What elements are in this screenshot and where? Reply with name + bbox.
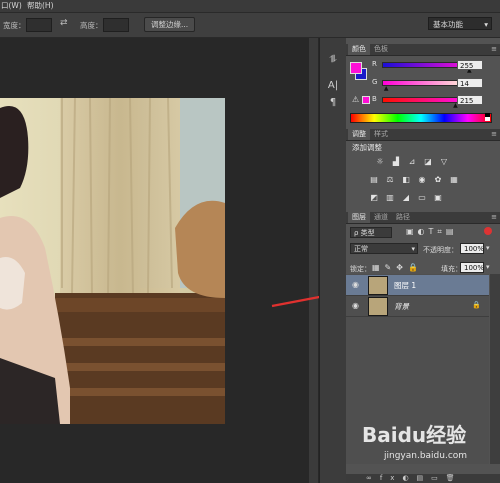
width-label: 宽度：: [3, 21, 26, 30]
character-icon[interactable]: A|: [325, 78, 341, 94]
options-bar: 宽度： ⇄ 高度： 调整边缘... 基本功能 ▾: [0, 13, 500, 38]
posterize-icon[interactable]: ▥: [384, 193, 396, 203]
chevron-down-icon[interactable]: ▾: [486, 244, 490, 252]
layer-filter-select[interactable]: ρ 类型: [350, 227, 392, 238]
r-value-field[interactable]: 255: [457, 60, 483, 70]
chevron-down-icon[interactable]: ▾: [486, 263, 490, 271]
layers-panel-tabs: 图层 通道 路径 ≡: [346, 212, 500, 224]
visibility-eye-icon[interactable]: ◉: [352, 280, 359, 289]
b-label: B: [372, 95, 377, 103]
b-value-field[interactable]: 215: [457, 95, 483, 105]
menu-bar: 口(W) 帮助(H): [0, 0, 500, 13]
lock-icons[interactable]: ▦✎✥🔒: [372, 263, 423, 272]
g-label: G: [372, 78, 378, 86]
menu-help[interactable]: 帮助(H): [27, 0, 54, 11]
tab-layers[interactable]: 图层: [348, 212, 370, 223]
height-field[interactable]: [103, 18, 129, 32]
exposure-icon[interactable]: ◪: [422, 157, 434, 167]
layer-row-layer1[interactable]: ◉ 图层 1: [346, 275, 489, 296]
panel-menu-icon[interactable]: ≡: [491, 213, 497, 221]
curves-icon[interactable]: ⊿: [406, 157, 418, 167]
filter-kind-label: ρ 类型: [354, 229, 375, 237]
swap-icon[interactable]: ⇄: [60, 18, 68, 28]
panel-menu-icon[interactable]: ≡: [491, 130, 497, 138]
right-panels: 颜色 色板 ≡ R ▲ 255 G ▲ 14 ⚠ B ▲ 215 调整 样式 ≡…: [346, 38, 500, 483]
tab-color[interactable]: 颜色: [348, 44, 370, 55]
warning-icon[interactable]: ⚠: [352, 95, 359, 104]
lock-label: 锁定：: [350, 265, 371, 273]
document-image[interactable]: [0, 98, 225, 424]
g-value-field[interactable]: 14: [457, 78, 483, 88]
opacity-field[interactable]: 100%: [460, 243, 484, 254]
workspace-label: 基本功能: [433, 20, 463, 29]
hue-icon[interactable]: ▤: [368, 175, 380, 185]
paragraph-icon[interactable]: ¶: [325, 95, 341, 111]
black-white-icon[interactable]: ◧: [400, 175, 412, 185]
tab-adjustments[interactable]: 调整: [348, 129, 370, 140]
tab-paths[interactable]: 路径: [392, 212, 414, 223]
opacity-label: 不透明度：: [423, 246, 458, 254]
invert-icon[interactable]: ◩: [368, 193, 380, 203]
color-lookup-icon[interactable]: ▦: [448, 175, 460, 185]
fill-field[interactable]: 100%: [460, 262, 484, 273]
threshold-icon[interactable]: ◢: [400, 193, 412, 203]
workspace-select[interactable]: 基本功能 ▾: [428, 17, 492, 30]
layers-footer-icons[interactable]: ∞fx◐▤▭🗑: [346, 474, 500, 483]
spectrum-bar[interactable]: [350, 113, 492, 123]
gradient-map-icon[interactable]: ▭: [416, 193, 428, 203]
canvas-scrollbar[interactable]: [309, 38, 318, 483]
r-label: R: [372, 60, 377, 68]
channel-mixer-icon[interactable]: ✿: [432, 175, 444, 185]
vibrance-icon[interactable]: ▽: [438, 157, 450, 167]
filter-toggle-icon[interactable]: [484, 227, 492, 235]
layer-row-background[interactable]: ◉ 背景 🔒: [346, 296, 489, 317]
foreground-color-swatch[interactable]: [350, 62, 362, 74]
refine-edge-button[interactable]: 调整边缘...: [144, 17, 196, 32]
color-balance-icon[interactable]: ⚖: [384, 175, 396, 185]
tab-styles[interactable]: 样式: [370, 129, 392, 140]
g-slider-thumb[interactable]: ▲: [384, 85, 389, 92]
levels-icon[interactable]: ▟: [390, 157, 402, 167]
layer-thumbnail: [368, 297, 388, 316]
layer-name[interactable]: 背景: [394, 301, 409, 312]
brightness-icon[interactable]: ☼: [374, 157, 386, 167]
adjust-panel-tabs: 调整 样式 ≡: [346, 129, 500, 141]
watermark-logo: Baidu经验 jingyan.baidu.com: [362, 419, 492, 474]
add-adjustment-heading: 添加调整: [352, 143, 382, 152]
selective-color-icon[interactable]: ▣: [432, 193, 444, 203]
tab-swatches[interactable]: 色板: [370, 44, 392, 55]
visibility-eye-icon[interactable]: ◉: [352, 301, 359, 310]
bracket-icon[interactable]: ⥮: [325, 52, 341, 68]
gamut-swatch[interactable]: [362, 96, 370, 104]
panel-menu-icon[interactable]: ≡: [491, 45, 497, 53]
color-panel-tabs: 颜色 色板 ≡: [346, 44, 500, 56]
blend-mode-label: 正常: [354, 245, 368, 253]
watermark-url: jingyan.baidu.com: [384, 451, 468, 461]
chevron-down-icon: ▾: [411, 245, 415, 253]
watermark-brand: Baidu经验: [362, 423, 467, 447]
lock-icon: 🔒: [472, 301, 481, 309]
blend-mode-select[interactable]: 正常 ▾: [350, 243, 418, 254]
side-tool-strip: ⥮ A| ¶: [319, 38, 347, 483]
menu-window[interactable]: 口(W): [1, 0, 22, 11]
height-label: 高度：: [80, 21, 103, 30]
layer-filter-icons[interactable]: ▣◐T⌗▤: [406, 227, 458, 237]
layer-thumbnail: [368, 276, 388, 295]
photo-filter-icon[interactable]: ◉: [416, 175, 428, 185]
chevron-down-icon: ▾: [484, 20, 488, 29]
tab-channels[interactable]: 通道: [370, 212, 392, 223]
width-field[interactable]: [26, 18, 52, 32]
white-swatch[interactable]: [485, 117, 490, 121]
layer-name[interactable]: 图层 1: [394, 280, 416, 291]
fill-label: 填充：: [441, 265, 462, 273]
